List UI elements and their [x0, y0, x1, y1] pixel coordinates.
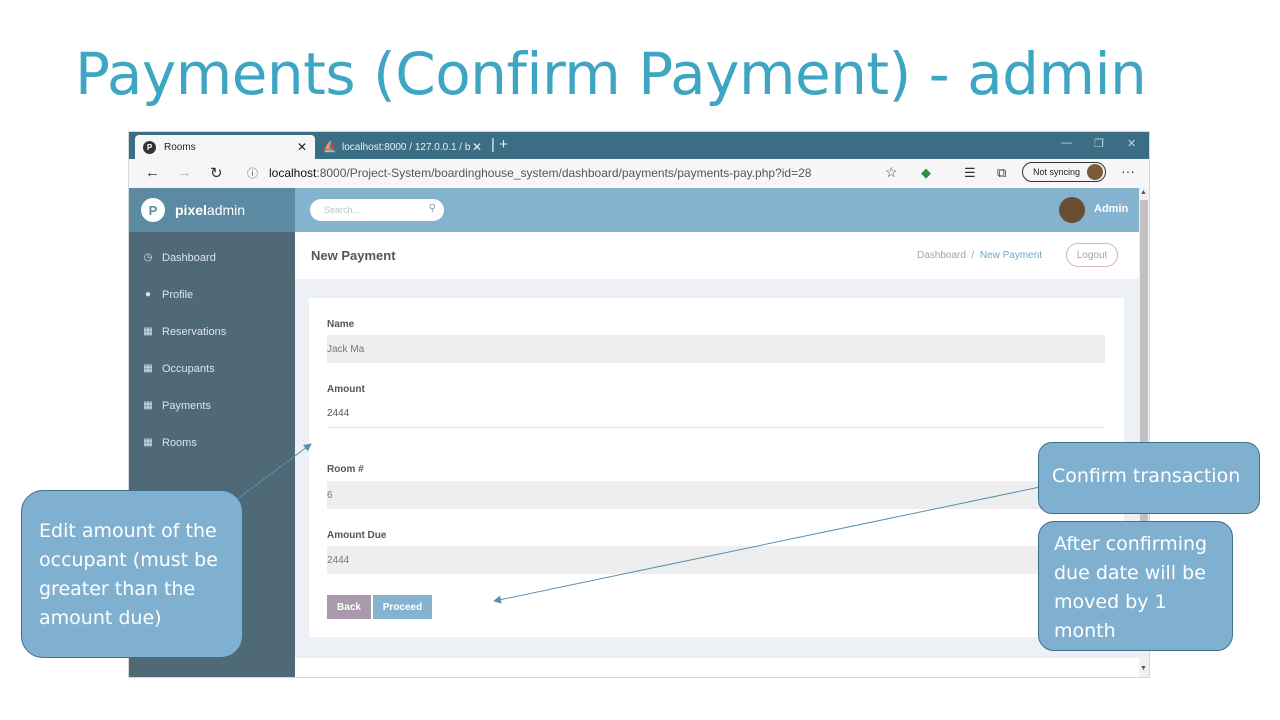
tab-label: localhost:8000 / 127.0.0.1 / boar	[342, 141, 470, 153]
sidebar-item-profile[interactable]: ● Profile	[129, 276, 295, 313]
callout-edit-amount: Edit amount of the occupant (must be gre…	[21, 490, 243, 658]
more-icon[interactable]: ···	[1121, 163, 1135, 179]
name-label: Name	[327, 319, 355, 330]
page-header: New Payment Dashboard / New Payment Logo…	[295, 232, 1139, 279]
callout-due-date: After confirming due date will be moved …	[1038, 521, 1233, 651]
close-icon[interactable]: ✕	[295, 140, 309, 154]
address-bar: ← → ↻ ⓘ localhost:8000/Project-System/bo…	[129, 159, 1149, 189]
sidebar-item-label: Occupants	[162, 362, 215, 375]
sidebar-menu: ◷ Dashboard ● Profile ▦ Reservations ▦ Occup…	[129, 239, 295, 461]
sidebar-item-label: Profile	[162, 288, 194, 301]
browser-window: P Rooms ✕ ⛵ localhost:8000 / 127.0.0.1 /…	[129, 132, 1149, 677]
search-input[interactable]: Search... ⚲	[310, 199, 444, 221]
favorite-star-icon[interactable]: ☆	[885, 164, 898, 181]
top-bar: Search... ⚲ Admin	[295, 188, 1139, 232]
phpmyadmin-favicon-icon: ⛵	[323, 140, 337, 153]
sync-button[interactable]: Not syncing	[1022, 162, 1106, 182]
search-placeholder: Search...	[324, 205, 361, 215]
room-field[interactable]: 6	[327, 481, 1105, 509]
scroll-down-icon[interactable]: ▼	[1140, 665, 1147, 672]
refresh-icon[interactable]: ↻	[210, 164, 223, 182]
room-label: Room #	[327, 464, 364, 475]
sync-label: Not syncing	[1033, 167, 1081, 177]
collections-icon[interactable]: ⧉	[997, 165, 1006, 181]
sidebar-item-rooms[interactable]: ▦ Rooms	[129, 424, 295, 461]
new-tab-icon[interactable]: | +	[491, 136, 508, 153]
info-icon[interactable]: ⓘ	[247, 165, 261, 181]
search-icon[interactable]: ⚲	[429, 203, 436, 214]
sidebar-item-dashboard[interactable]: ◷ Dashboard	[129, 239, 295, 276]
tab-bar: P Rooms ✕ ⛵ localhost:8000 / 127.0.0.1 /…	[129, 132, 1149, 159]
sidebar-item-occupants[interactable]: ▦ Occupants	[129, 350, 295, 387]
sidebar-item-reservations[interactable]: ▦ Reservations	[129, 313, 295, 350]
table-icon: ▦	[143, 400, 153, 411]
app: P pixel admin ◷ Dashboard ● Profile ▦ Reserv…	[129, 188, 1139, 677]
avatar[interactable]	[1059, 197, 1085, 223]
table-icon: ▦	[143, 363, 153, 374]
forward-arrow-icon[interactable]: →	[177, 164, 192, 181]
brand-logo-icon: P	[141, 198, 165, 222]
table-icon: ▦	[143, 437, 153, 448]
name-field[interactable]: Jack Ma	[327, 335, 1105, 363]
url-path: :8000/Project-System/boardinghouse_syste…	[316, 166, 812, 180]
sidebar-item-label: Rooms	[162, 436, 197, 449]
extension-icon[interactable]: ◆	[921, 165, 931, 181]
close-icon[interactable]: ✕	[470, 140, 484, 154]
sidebar-item-label: Reservations	[162, 325, 227, 338]
breadcrumb: Dashboard / New Payment	[917, 250, 1042, 261]
maximize-icon[interactable]: ❐	[1094, 137, 1104, 150]
brand-name-light: admin	[206, 202, 246, 218]
tab-rooms[interactable]: P Rooms ✕	[135, 135, 315, 159]
url-host: localhost	[269, 166, 317, 180]
breadcrumb-home[interactable]: Dashboard	[917, 250, 966, 261]
footer	[295, 658, 1139, 677]
slide-title: Payments (Confirm Payment) - admin	[75, 40, 1147, 108]
profile-avatar	[1087, 164, 1103, 180]
payment-form: Name Jack Ma Amount 2444 Room # 6 Amount…	[309, 298, 1124, 637]
proceed-button[interactable]: Proceed	[373, 595, 432, 619]
brand[interactable]: P pixel admin	[129, 188, 295, 232]
breadcrumb-separator: /	[971, 250, 975, 261]
logout-button[interactable]: Logout	[1066, 243, 1118, 267]
user-icon: ●	[144, 289, 152, 300]
brand-name-bold: pixel	[175, 202, 207, 218]
sidebar-item-label: Dashboard	[162, 251, 216, 264]
callout-confirm-transaction: Confirm transaction	[1038, 442, 1260, 514]
minimize-icon[interactable]: —	[1061, 137, 1072, 149]
back-arrow-icon[interactable]: ←	[145, 164, 160, 181]
amount-field[interactable]: 2444	[327, 400, 1105, 428]
amount-due-label: Amount Due	[327, 530, 387, 541]
favorites-list-icon[interactable]: ☰	[964, 165, 976, 181]
user-name[interactable]: Admin	[1094, 203, 1128, 215]
clock-icon: ◷	[143, 252, 153, 263]
pixeladmin-favicon-icon: P	[143, 140, 156, 154]
scroll-up-icon[interactable]: ▲	[1140, 189, 1147, 196]
page-title: New Payment	[311, 248, 396, 263]
url-field[interactable]: ⓘ localhost:8000/Project-System/boarding…	[237, 162, 905, 184]
amount-due-field[interactable]: 2444	[327, 546, 1105, 574]
breadcrumb-current: New Payment	[979, 250, 1043, 261]
amount-label: Amount	[327, 384, 365, 395]
window-close-icon[interactable]: ✕	[1127, 137, 1136, 150]
sidebar-item-label: Payments	[162, 399, 211, 412]
tab-label: Rooms	[164, 141, 196, 153]
sidebar-item-payments[interactable]: ▦ Payments	[129, 387, 295, 424]
back-button[interactable]: Back	[327, 595, 371, 619]
table-icon: ▦	[143, 326, 153, 337]
tab-phpmyadmin[interactable]: ⛵ localhost:8000 / 127.0.0.1 / boar ✕	[315, 135, 490, 159]
